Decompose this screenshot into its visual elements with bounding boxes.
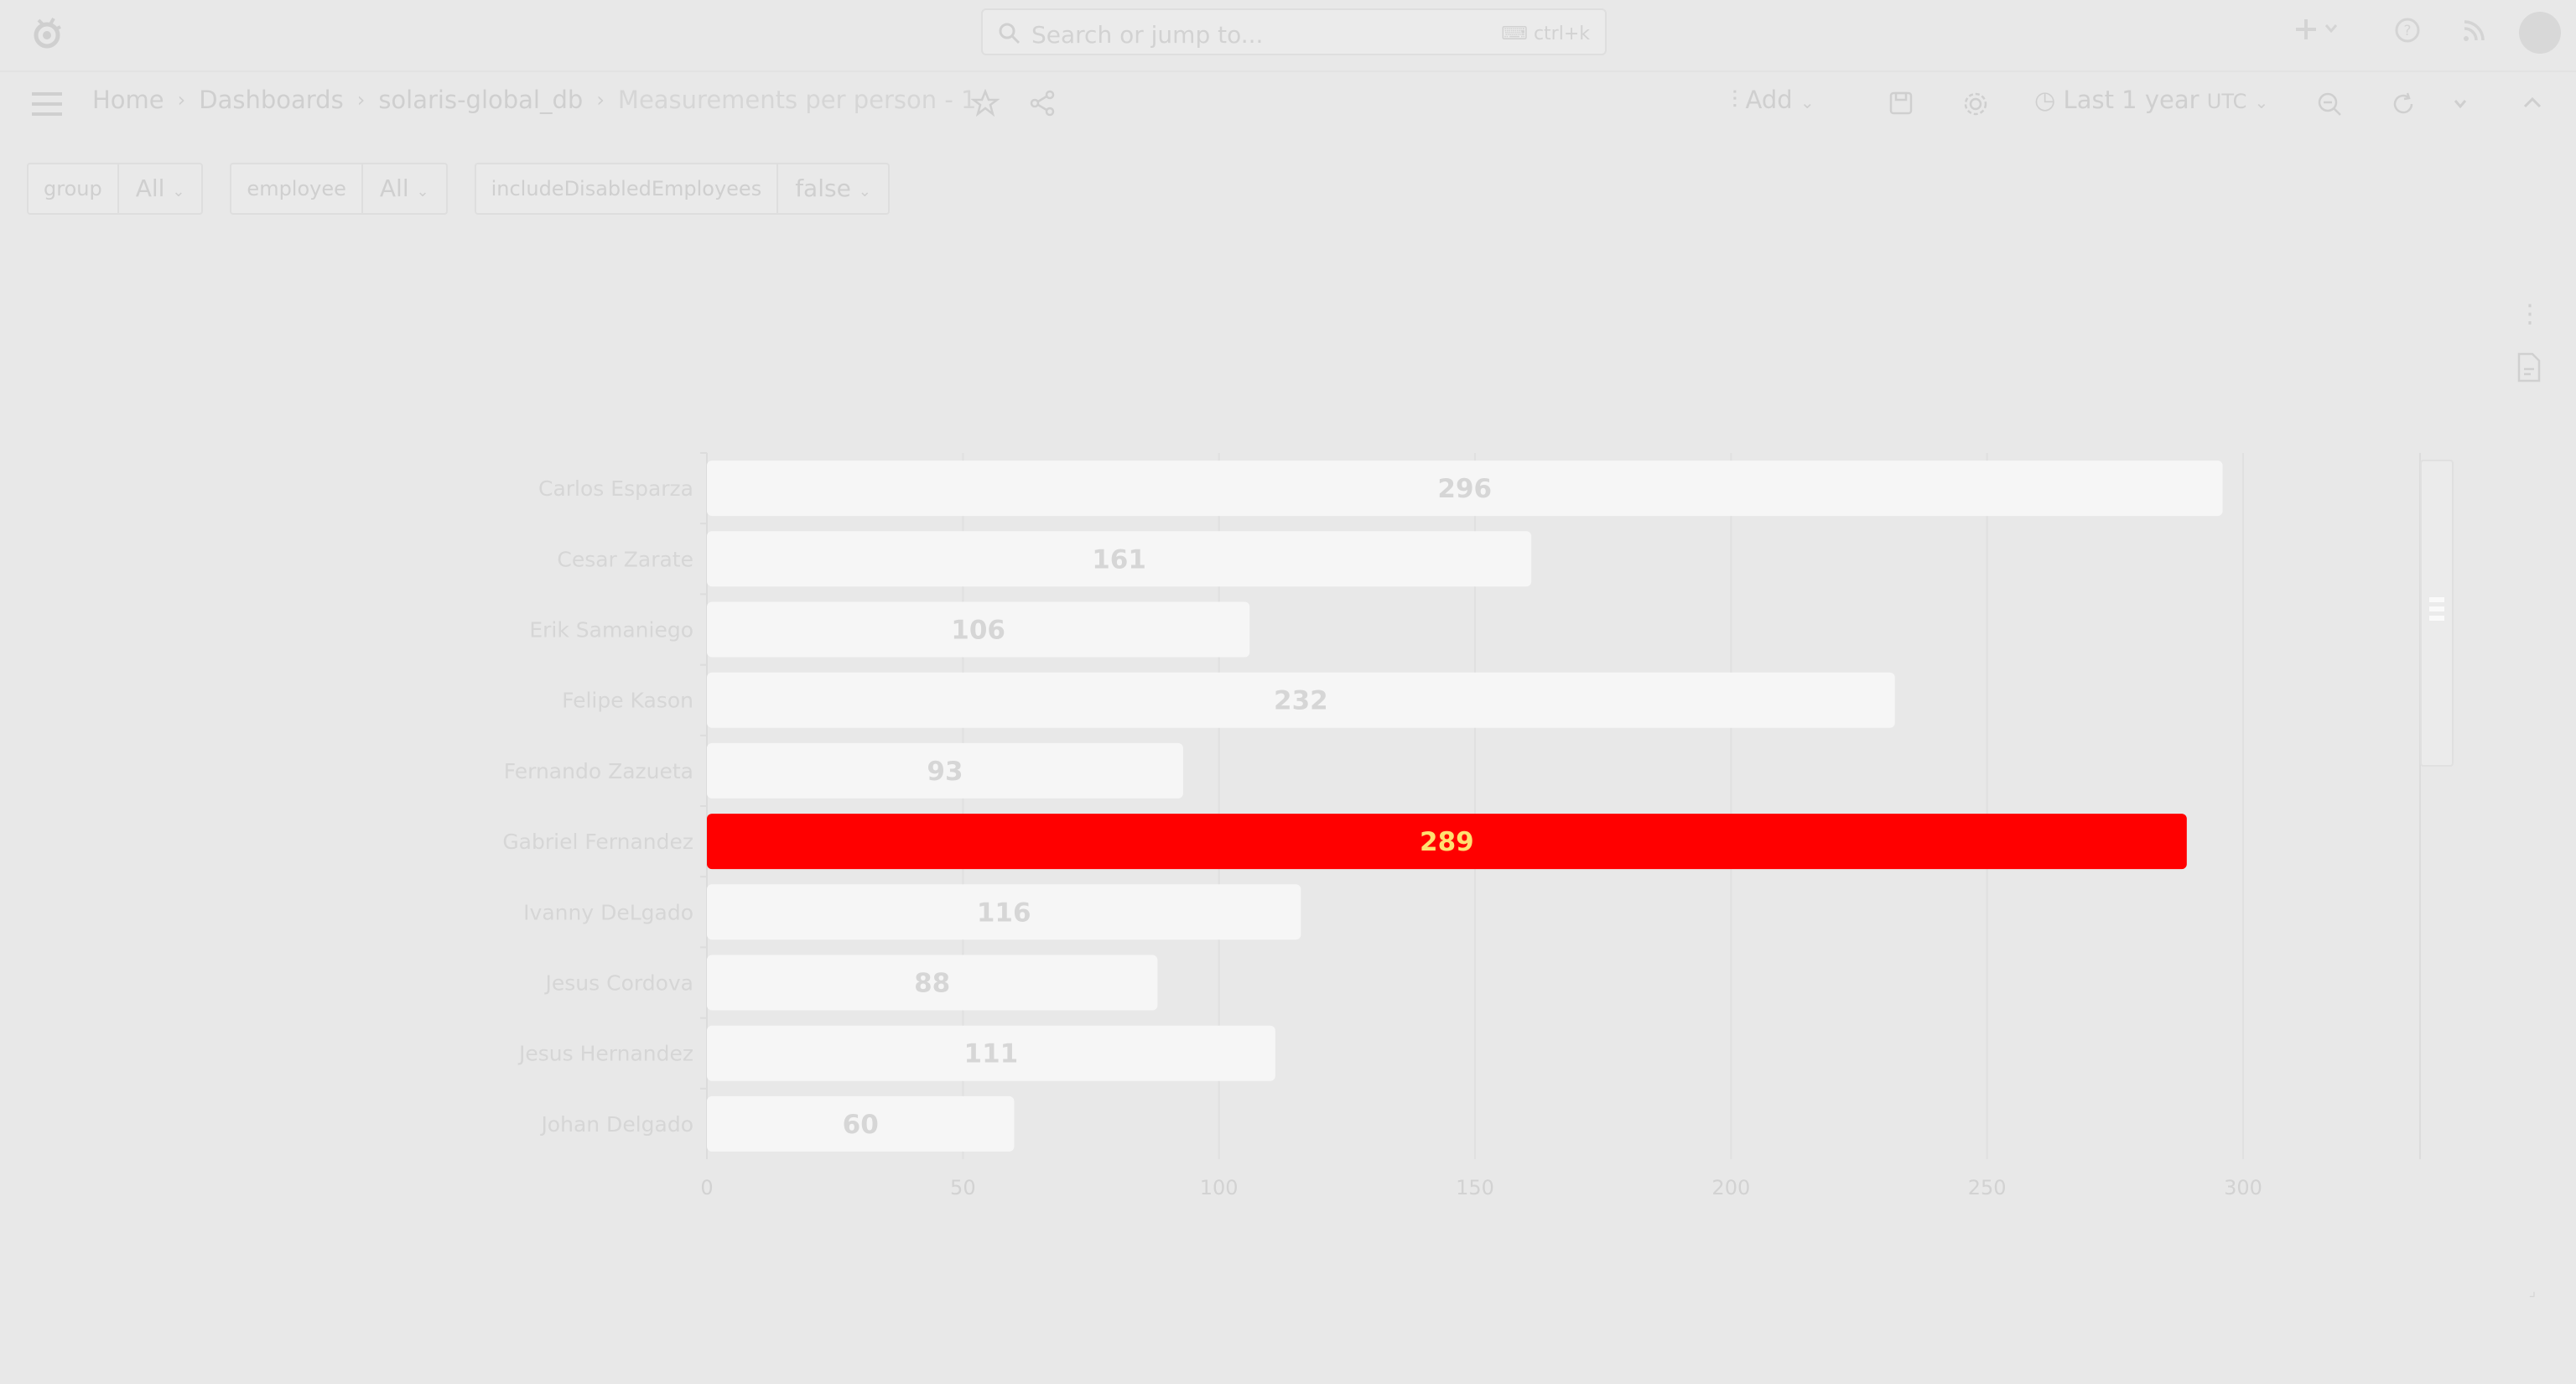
- x-tick-label: 50: [950, 1176, 976, 1199]
- x-tick-label: 200: [1711, 1176, 1750, 1199]
- bar-value-label: 111: [964, 1039, 1019, 1069]
- category-label: Felipe Kason: [562, 689, 693, 713]
- chart-scrollbar[interactable]: [2420, 460, 2454, 767]
- bar-value-label: 116: [977, 898, 1031, 928]
- x-tick-label: 150: [1456, 1176, 1494, 1199]
- x-tick-label: 300: [2224, 1176, 2262, 1199]
- bar-value-label: 88: [914, 969, 950, 999]
- category-label: Erik Samaniego: [529, 618, 693, 643]
- bar-value-label: 232: [1274, 686, 1328, 716]
- scroll-thumb[interactable]: [2429, 597, 2444, 627]
- category-label: Jesus Hernandez: [517, 1042, 693, 1066]
- x-tick-label: 250: [1968, 1176, 2007, 1199]
- bar-value-label: 289: [1420, 827, 1474, 857]
- bar-value-label: 106: [951, 616, 1005, 646]
- bar-value-label: 296: [1437, 474, 1492, 504]
- bar-chart: 0 50 100 150 200 250 300 Carlos Esparza 296 Cesar…: [502, 452, 2421, 1199]
- x-tick-label: 100: [1200, 1176, 1239, 1199]
- category-label: Johan Delgado: [539, 1112, 693, 1137]
- resize-handle-icon[interactable]: ⌟: [2529, 1283, 2536, 1300]
- category-label: Cesar Zarate: [557, 547, 693, 571]
- bar-value-label: 93: [927, 757, 963, 787]
- category-label: Jesus Cordova: [544, 971, 693, 996]
- category-label: Carlos Esparza: [538, 476, 693, 501]
- bar-value-label: 161: [1092, 544, 1146, 575]
- category-label: Ivanny DeLgado: [523, 900, 693, 924]
- bar-value-label: 60: [843, 1110, 879, 1140]
- category-label: Gabriel Fernandez: [502, 830, 693, 854]
- x-tick-label: 0: [700, 1176, 713, 1199]
- category-label: Fernando Zazueta: [504, 759, 693, 783]
